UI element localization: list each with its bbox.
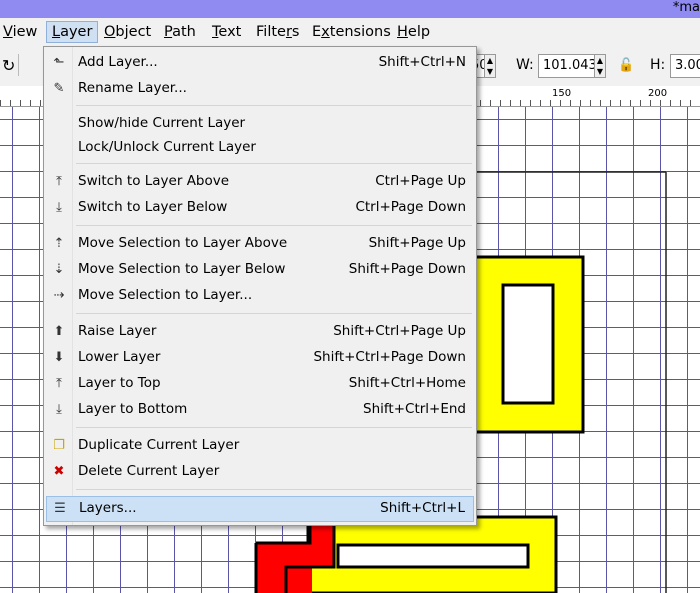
menu-filters[interactable]: Filters [256,24,299,40]
lower-layer-icon: ⬇ [53,350,65,365]
menu-separator [76,489,472,490]
width-field[interactable]: 101.043 [538,54,597,78]
menu-item-lock-unlock-layer[interactable]: Lock/Unlock Current Layer [46,136,474,160]
red-shape-top[interactable] [310,523,334,567]
x-spinner[interactable]: ▲ ▼ [484,54,496,78]
menu-item-label: Raise Layer [78,323,157,339]
menu-item-shortcut: Shift+Ctrl+Page Down [313,349,466,365]
menu-item-label: Move Selection to Layer Above [78,235,288,251]
menu-item-label: Switch to Layer Above [78,173,230,189]
menu-separator [76,163,472,164]
menu-item-label: Delete Current Layer [78,463,220,479]
menu-item-move-selection-to-layer[interactable]: ⇢ Move Selection to Layer... [46,284,474,308]
menu-item-label: Rename Layer... [78,80,187,96]
menu-separator [76,313,472,314]
menu-item-show-hide-layer[interactable]: Show/hide Current Layer [46,112,474,136]
add-layer-icon: ⬑ [53,55,65,70]
menu-item-layer-to-bottom[interactable]: ⤓ Layer to Bottom Shift+Ctrl+End [46,398,474,422]
menu-item-raise-layer[interactable]: ⬆ Raise Layer Shift+Ctrl+Page Up [46,320,474,344]
raise-layer-icon: ⬆ [53,324,65,339]
menu-item-label: Move Selection to Layer Below [78,261,286,277]
menu-item-rename-layer[interactable]: ✎ Rename Layer... [46,77,474,101]
toolbar-divider [18,54,19,76]
transform-icon[interactable]: ↻ [2,56,15,75]
menu-text[interactable]: Text [212,24,241,40]
ruler-tick-label: 200 [648,88,668,99]
height-field[interactable]: 3.00 [670,54,700,78]
menu-item-shortcut: Shift+Page Up [368,235,466,251]
menu-item-label: Layer to Top [78,375,161,391]
menu-item-switch-layer-below[interactable]: ⤓ Switch to Layer Below Ctrl+Page Down [46,196,474,220]
menu-extensions[interactable]: Extensions [312,24,391,40]
menu-item-lower-layer[interactable]: ⬇ Lower Layer Shift+Ctrl+Page Down [46,346,474,370]
menu-item-label: Lock/Unlock Current Layer [78,139,256,155]
move-selection-icon: ⇢ [53,288,65,303]
menu-item-label: Lower Layer [78,349,161,365]
menu-item-shortcut: Shift+Ctrl+L [380,500,465,516]
menu-item-label: Show/hide Current Layer [78,115,246,131]
menu-item-label: Move Selection to Layer... [78,287,253,303]
menu-item-shortcut: Shift+Ctrl+End [363,401,466,417]
menu-layer[interactable]: Layer [46,21,99,43]
menu-view[interactable]: View [3,24,37,40]
rename-layer-icon: ✎ [53,81,65,96]
w-label: W: [516,57,534,73]
menu-path[interactable]: Path [164,24,196,40]
layers-dialog-icon: ☰ [54,501,66,516]
layer-to-bottom-icon: ⤓ [56,402,62,417]
move-selection-up-icon: ⇡ [53,236,65,251]
menu-item-shortcut: Shift+Ctrl+N [378,54,466,70]
menu-item-move-selection-layer-above[interactable]: ⇡ Move Selection to Layer Above Shift+Pa… [46,232,474,256]
menu-bar: View Layer Object Path Text Filters Exte… [0,18,700,46]
yellow-shape-lower-inner [336,543,530,569]
menu-item-delete-layer[interactable]: ✖ Delete Current Layer [46,460,474,484]
menu-item-label: Duplicate Current Layer [78,437,240,453]
delete-layer-icon: ✖ [53,464,65,479]
menu-separator [76,225,472,226]
menu-item-label: Layer to Bottom [78,401,188,417]
menu-separator [76,105,472,106]
menu-item-switch-layer-above[interactable]: ⤒ Switch to Layer Above Ctrl+Page Up [46,170,474,194]
menu-item-layers-dialog[interactable]: ☰ Layers... Shift+Ctrl+L [46,496,474,522]
move-selection-down-icon: ⇣ [53,262,65,277]
width-spinner[interactable]: ▲ ▼ [594,54,606,78]
menu-item-shortcut: Ctrl+Page Up [375,173,466,189]
yellow-shape-inner [501,283,555,405]
menu-item-move-selection-layer-below[interactable]: ⇣ Move Selection to Layer Below Shift+Pa… [46,258,474,282]
menu-item-layer-to-top[interactable]: ⤒ Layer to Top Shift+Ctrl+Home [46,372,474,396]
menu-item-label: Switch to Layer Below [78,199,228,215]
layer-below-icon: ⤓ [56,200,62,215]
h-label: H: [650,57,666,73]
layer-to-top-icon: ⤒ [56,376,62,391]
menu-item-label: Add Layer... [78,54,158,70]
layer-menu-dropdown: ⬑ Add Layer... Shift+Ctrl+N ✎ Rename Lay… [43,46,477,526]
menu-item-label: Layers... [79,500,137,516]
window-title: *ma [672,0,700,15]
lock-icon[interactable]: 🔓 [618,58,634,73]
menu-object[interactable]: Object [104,24,151,40]
duplicate-layer-icon: ❐ [53,438,65,453]
menu-item-shortcut: Shift+Ctrl+Home [348,375,466,391]
menu-separator [76,427,472,428]
menu-item-shortcut: Shift+Ctrl+Page Up [333,323,466,339]
menu-item-duplicate-layer[interactable]: ❐ Duplicate Current Layer [46,434,474,458]
title-bar: *ma [0,0,700,18]
ruler-tick-label: 150 [552,88,572,99]
menu-item-shortcut: Shift+Page Down [348,261,466,277]
menu-help[interactable]: Help [397,24,430,40]
layer-above-icon: ⤒ [56,174,62,189]
menu-item-add-layer[interactable]: ⬑ Add Layer... Shift+Ctrl+N [46,51,474,75]
menu-item-shortcut: Ctrl+Page Down [355,199,466,215]
